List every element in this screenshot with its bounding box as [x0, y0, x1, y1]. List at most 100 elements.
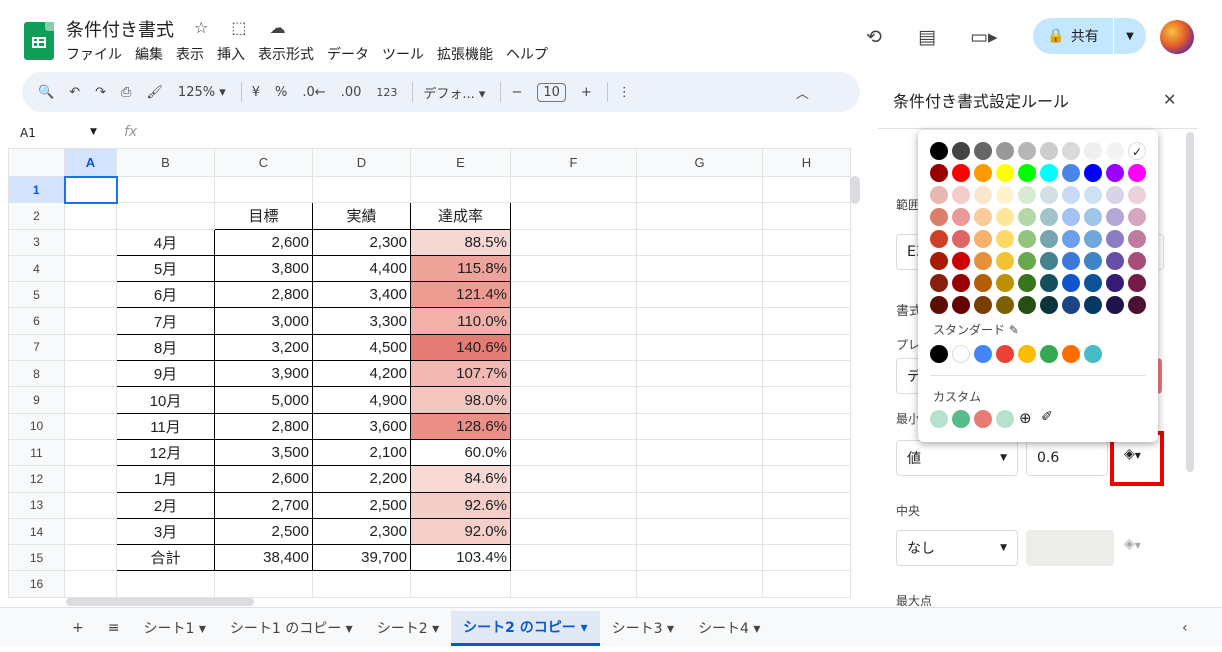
row-header[interactable]: 14 [8, 517, 65, 546]
cell-empty[interactable] [636, 333, 763, 362]
cell-a[interactable] [64, 360, 117, 388]
cell-empty[interactable] [762, 307, 851, 335]
row-header[interactable]: 8 [8, 360, 65, 388]
color-swatch[interactable] [952, 230, 970, 248]
row-header[interactable]: 2 [8, 202, 65, 230]
menu-item[interactable]: 表示形式 [258, 44, 314, 64]
cell-empty[interactable] [510, 254, 637, 283]
cell-a[interactable] [63, 175, 118, 204]
sheet-tab[interactable]: シート2 ▾ [365, 612, 451, 644]
cell-e[interactable]: 達成率 [410, 202, 511, 230]
cell-a[interactable] [64, 412, 117, 440]
cell-empty[interactable] [636, 491, 763, 519]
color-swatch[interactable] [952, 186, 970, 204]
cell-a[interactable] [64, 202, 117, 230]
cell-empty[interactable] [636, 465, 763, 493]
color-swatch[interactable] [1106, 252, 1124, 270]
color-swatch[interactable] [996, 274, 1014, 292]
cell-e[interactable]: 92.6% [410, 491, 511, 519]
sheet-tab[interactable]: シート3 ▾ [600, 612, 686, 644]
percent-button[interactable]: % [275, 85, 287, 100]
redo-icon[interactable]: ↷ [95, 85, 106, 100]
color-swatch[interactable] [974, 142, 992, 160]
color-swatch[interactable] [996, 186, 1014, 204]
cell-e[interactable]: 128.6% [410, 412, 511, 440]
color-swatch[interactable] [952, 208, 970, 226]
cell-empty[interactable] [510, 517, 637, 546]
color-swatch[interactable] [974, 296, 992, 314]
cell-a[interactable] [64, 491, 117, 519]
cell-c[interactable]: 38,400 [214, 544, 313, 572]
cell-d[interactable]: 2,300 [312, 228, 411, 256]
color-swatch[interactable] [930, 142, 948, 160]
color-swatch[interactable] [952, 296, 970, 314]
color-swatch[interactable] [1018, 186, 1036, 204]
color-swatch-selected[interactable]: ✓ [1128, 142, 1146, 160]
color-swatch[interactable] [1106, 186, 1124, 204]
color-swatch[interactable] [996, 164, 1014, 182]
cell-empty[interactable] [762, 438, 851, 467]
cell-empty[interactable] [762, 175, 851, 204]
color-swatch[interactable] [930, 274, 948, 292]
color-swatch[interactable] [1040, 274, 1058, 292]
sheet-tab[interactable]: シート2 のコピー ▾ [451, 610, 600, 646]
color-swatch[interactable] [1062, 186, 1080, 204]
cell-c[interactable] [214, 175, 313, 204]
cell-empty[interactable] [510, 307, 637, 335]
cell-empty[interactable] [510, 544, 637, 572]
menu-item[interactable]: ヘルプ [506, 44, 548, 64]
cell-empty[interactable] [762, 412, 851, 440]
cell-a[interactable] [64, 544, 117, 572]
cell-b[interactable] [116, 175, 215, 204]
cell-empty[interactable] [510, 412, 637, 440]
cell-a[interactable] [64, 333, 117, 362]
color-swatch[interactable] [1084, 230, 1102, 248]
color-swatch[interactable] [1128, 164, 1146, 182]
cell-empty[interactable] [762, 570, 851, 598]
cell-empty[interactable] [636, 254, 763, 283]
close-icon[interactable]: ✕ [1163, 90, 1176, 109]
color-swatch[interactable] [1040, 164, 1058, 182]
cell-empty[interactable] [636, 386, 763, 414]
color-swatch[interactable] [1062, 274, 1080, 292]
color-swatch[interactable] [1106, 296, 1124, 314]
color-swatch[interactable] [1084, 274, 1102, 292]
color-swatch[interactable] [974, 230, 992, 248]
paint-format-icon[interactable]: 🖌 [146, 85, 163, 100]
row-header[interactable]: 6 [8, 307, 65, 335]
color-swatch[interactable] [1018, 164, 1036, 182]
cell-b[interactable]: 2月 [116, 491, 215, 519]
color-swatch[interactable] [1084, 208, 1102, 226]
cell-e[interactable] [410, 175, 511, 204]
avatar[interactable] [1160, 20, 1194, 54]
minpoint-type-select[interactable]: 値 ▼ [896, 440, 1018, 476]
menu-item[interactable]: ツール [382, 44, 424, 64]
cell-empty[interactable] [510, 333, 637, 362]
cell-empty[interactable] [762, 333, 851, 362]
cell-empty[interactable] [636, 202, 763, 230]
color-swatch[interactable] [930, 164, 948, 182]
cell-c[interactable]: 2,800 [214, 281, 313, 309]
color-swatch[interactable] [1084, 186, 1102, 204]
cell-empty[interactable] [636, 412, 763, 440]
standard-color-swatch[interactable] [1062, 345, 1080, 363]
color-swatch[interactable] [930, 208, 948, 226]
color-swatch[interactable] [1018, 142, 1036, 160]
cell-empty[interactable] [762, 386, 851, 414]
cell-e[interactable]: 103.4% [410, 544, 511, 572]
add-custom-color-icon[interactable]: ⊕ [1019, 409, 1032, 427]
cell-empty[interactable] [762, 360, 851, 388]
cell-empty[interactable] [636, 281, 763, 309]
cell-d[interactable] [312, 175, 411, 204]
font-size-decrease-button[interactable]: − [511, 85, 522, 100]
cell-b[interactable]: 5月 [116, 254, 215, 283]
cell-d[interactable]: 3,400 [312, 281, 411, 309]
row-header[interactable]: 7 [8, 333, 65, 362]
format-123-button[interactable]: 123 [376, 86, 397, 99]
cell-empty[interactable] [510, 570, 637, 598]
cell-e[interactable]: 98.0% [410, 386, 511, 414]
standard-color-swatch[interactable] [974, 345, 992, 363]
menu-item[interactable]: 拡張機能 [437, 44, 493, 64]
cell-empty[interactable] [510, 281, 637, 309]
cell-e[interactable]: 115.8% [410, 254, 511, 283]
